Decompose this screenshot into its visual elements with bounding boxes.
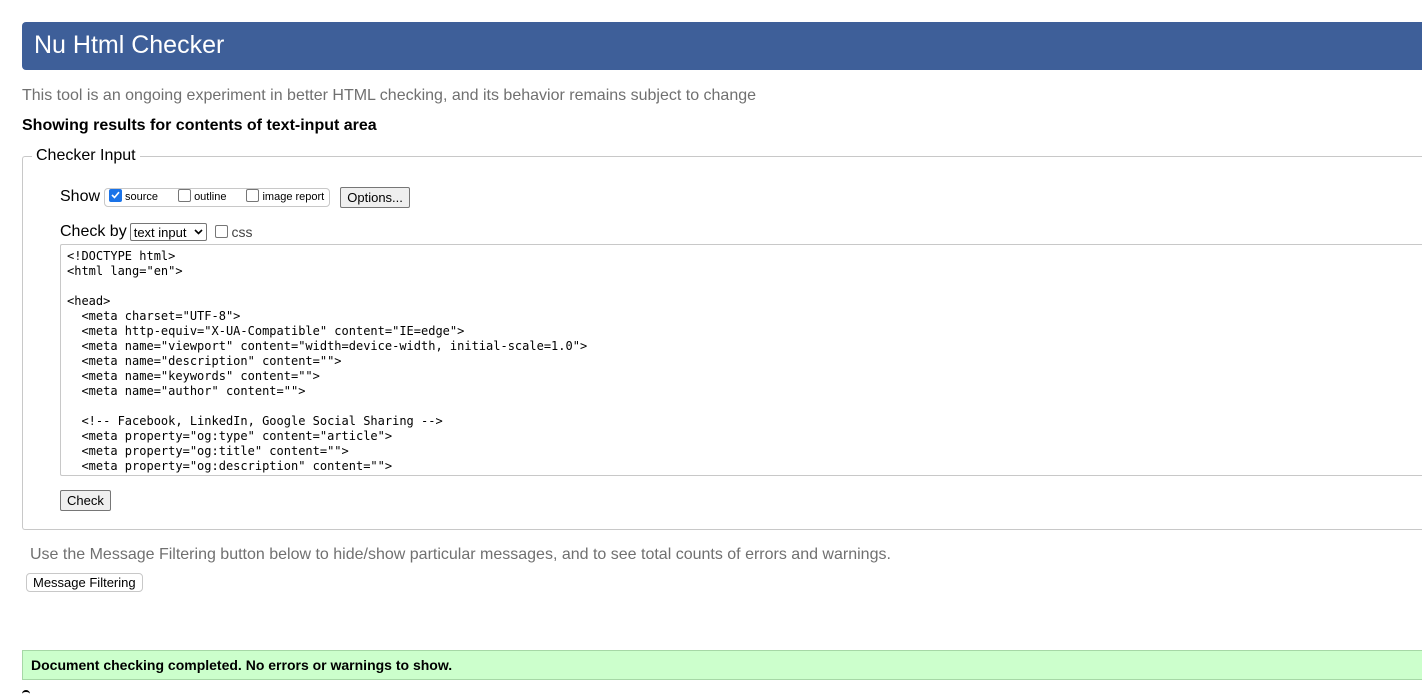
tagline: This tool is an ongoing experiment in be… xyxy=(22,87,757,104)
options-button[interactable]: Options... xyxy=(340,186,410,208)
image-report-option-label: image report xyxy=(262,191,325,203)
css-checkbox[interactable] xyxy=(215,224,229,238)
source-text: <!DOCTYPE html> <html lang="en"> <head> … xyxy=(67,249,588,473)
check-by-select[interactable]: text input xyxy=(129,223,208,241)
message-filtering-note: Use the Message Filtering button below t… xyxy=(30,546,891,563)
show-source-option[interactable]: source xyxy=(109,188,159,204)
results-heading: Showing results for contents of text-inp… xyxy=(22,117,377,134)
check-by-label: Check by xyxy=(60,223,127,240)
check-mark-icon xyxy=(111,191,120,199)
checker-input-legend: Checker Input xyxy=(32,147,140,165)
outline-checkbox[interactable] xyxy=(178,188,192,202)
css-option[interactable]: css xyxy=(215,224,252,240)
source-textarea[interactable]: <!DOCTYPE html> <html lang="en"> <head> … xyxy=(60,244,1422,476)
chevron-down-icon xyxy=(194,229,204,235)
page-title: Nu Html Checker xyxy=(34,31,225,59)
page: Nu Html Checker This tool is an ongoing … xyxy=(0,0,1422,696)
cut-off-content xyxy=(22,690,30,696)
show-options-group: source outline image report xyxy=(104,187,331,207)
show-options-row: Show source outline image report Options… xyxy=(60,186,410,208)
show-outline-option[interactable]: outline xyxy=(178,188,227,204)
check-button[interactable]: Check xyxy=(60,490,111,511)
check-by-selected-value: text input xyxy=(133,224,187,240)
success-message: Document checking completed. No errors o… xyxy=(31,657,453,673)
css-option-label: css xyxy=(231,224,253,240)
message-filtering-button[interactable]: Message Filtering xyxy=(26,573,143,592)
source-option-label: source xyxy=(125,191,159,203)
success-message-box: Document checking completed. No errors o… xyxy=(22,650,1422,680)
show-image-report-option[interactable]: image report xyxy=(246,188,325,204)
outline-option-label: outline xyxy=(194,191,227,203)
show-label: Show xyxy=(60,188,101,205)
header-bar: Nu Html Checker xyxy=(22,22,1422,70)
check-by-row: Check by text input css xyxy=(60,222,252,242)
image-report-checkbox[interactable] xyxy=(246,188,260,202)
source-checkbox[interactable] xyxy=(109,188,123,202)
